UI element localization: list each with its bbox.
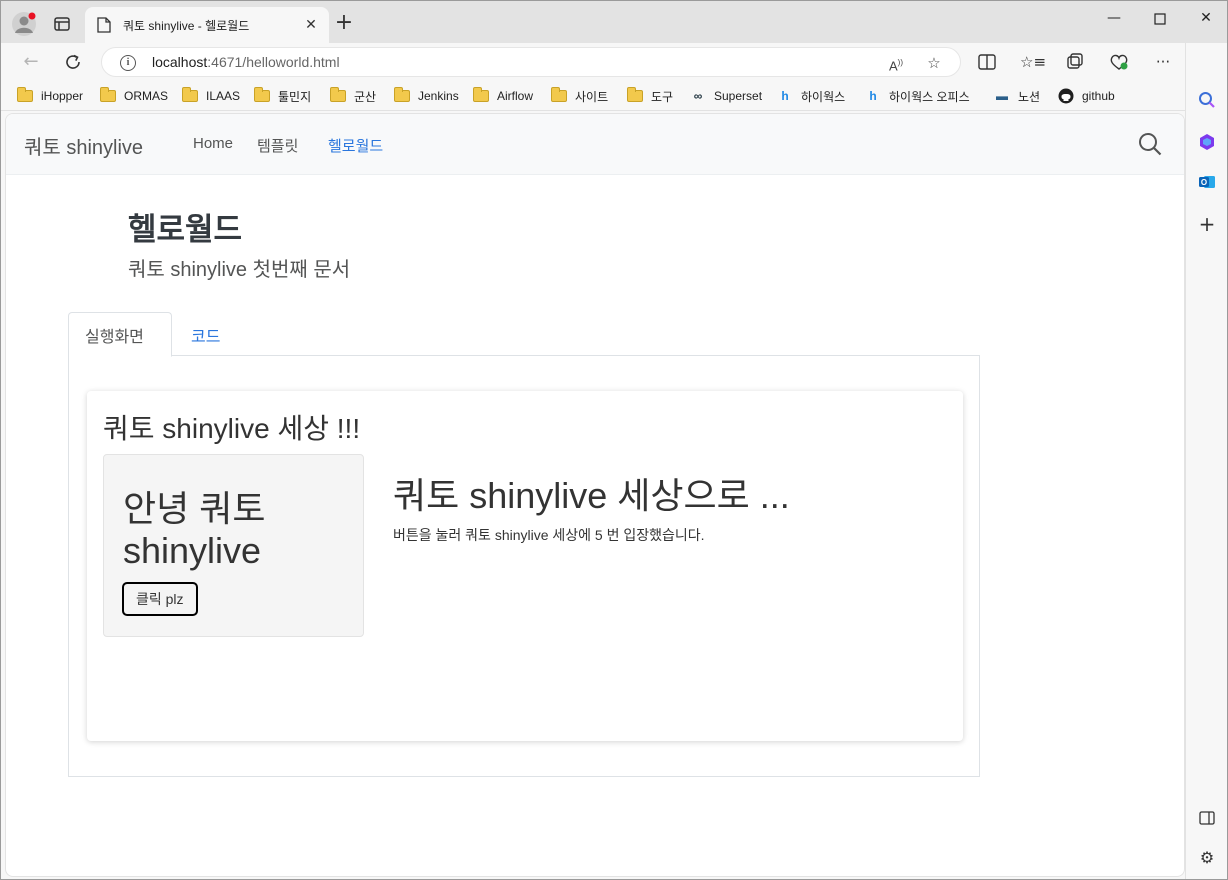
hiworks-icon: h [781,89,789,103]
bookmark-sites[interactable]: 사이트 [551,87,608,105]
read-aloud-icon[interactable]: A)) [886,53,906,73]
edge-sidebar: O + ⚙ [1185,43,1227,879]
page-viewport: 쿼토 shinylive Home 템플릿 헬로월드 헬로월드 쿼토 shiny… [5,113,1185,877]
refresh-icon[interactable] [61,51,85,73]
folder-icon [627,87,643,102]
tab-actions-icon[interactable] [51,13,73,35]
site-navbar: 쿼토 shinylive Home 템플릿 헬로월드 [6,114,1184,175]
browser-tab-active[interactable]: 쿼토 shinylive - 헬로월드 ✕ [85,7,329,44]
bookmark-jenkins[interactable]: Jenkins [394,87,459,105]
main-output-text: 버튼을 눌러 쿼토 shinylive 세상에 5 번 입장했습니다. [393,527,705,543]
outlook-icon[interactable]: O [1196,171,1218,193]
main-heading: 쿼토 shinylive 세상으로 ... [393,475,790,516]
sidebar-heading: 안녕 쿼토 shinylive [123,488,266,571]
bookmark-github[interactable]: github [1058,87,1115,105]
maximize-icon[interactable] [1137,5,1183,33]
bookmark-ilaas[interactable]: ILAAS [182,87,240,105]
folder-icon [394,87,410,102]
shiny-app-frame: 쿼토 shinylive 세상 !!! 안녕 쿼토 shinylive 클릭 p… [87,391,963,741]
bookmark-tool-manager[interactable]: 툴민지 [254,87,311,105]
favorites-icon[interactable]: ☆≡ [1020,51,1046,73]
settings-gear-icon[interactable]: ⚙ [1196,847,1218,869]
nav-link-templates[interactable]: 템플릿 [257,135,298,156]
address-bar[interactable]: i localhost:4671/helloworld.html A)) ☆ [101,47,961,77]
bookmark-gunsan[interactable]: 군산 [330,87,376,105]
page-title: 헬로월드 [128,212,243,247]
hiworks-icon: h [869,89,877,103]
new-tab-icon[interactable]: + [333,12,355,35]
bookmark-hiworks-office[interactable]: h 하이웍스 오피스 [865,87,969,105]
bookmarks-bar: iHopper ORMAS ILAAS 툴민지 군산 Jenkins Airfl… [1,81,1227,111]
tab-output[interactable]: 실행화면 [68,312,172,357]
back-icon[interactable]: ← [19,51,43,73]
bookmark-notion[interactable]: ▬ 노션 [994,87,1040,105]
folder-icon [17,87,33,102]
nav-link-helloworld[interactable]: 헬로월드 [328,135,383,156]
infinity-icon: ∞ [693,89,703,103]
sidebar-toggle-icon[interactable] [1196,807,1218,829]
bookmark-hiworks[interactable]: h 하이웍스 [777,87,845,105]
title-bar: 쿼토 shinylive - 헬로월드 ✕ + — ✕ [1,1,1228,44]
site-info-icon[interactable]: i [120,55,136,71]
tabset-panel: 실행화면 코드 쿼토 shinylive 세상 !!! 안녕 쿼토 shinyl… [68,312,980,778]
tab-pane-output: 쿼토 shinylive 세상 !!! 안녕 쿼토 shinylive 클릭 p… [68,355,980,777]
github-icon [1058,88,1074,104]
close-window-icon[interactable]: ✕ [1183,5,1228,33]
folder-icon [551,87,567,102]
url-text[interactable]: localhost:4671/helloworld.html [152,54,340,70]
navigation-toolbar: ← i localhost:4671/helloworld.html A)) ☆… [1,43,1227,81]
svg-text:O: O [1201,178,1207,187]
folder-icon [473,87,489,102]
folder-icon [100,87,116,102]
favorite-star-icon[interactable]: ☆ [924,53,944,73]
collections-icon[interactable] [1064,51,1086,73]
bookmark-superset[interactable]: ∞ Superset [690,87,762,105]
search-icon[interactable] [1196,89,1218,111]
click-button[interactable]: 클릭 plz [122,582,198,616]
site-search-icon[interactable] [1138,132,1162,156]
bookmark-ihopper[interactable]: iHopper [17,87,83,105]
folder-icon [330,87,346,102]
monitor-icon: ▬ [996,89,1008,103]
app-title: 쿼토 shinylive 세상 !!! [103,413,361,444]
folder-icon [254,87,270,102]
bookmark-airflow[interactable]: Airflow [473,87,533,105]
tab-code[interactable]: 코드 [174,312,237,356]
site-brand[interactable]: 쿼토 shinylive [24,131,143,160]
split-screen-icon[interactable] [976,51,998,73]
tab-nav: 실행화면 코드 [68,312,980,357]
page-icon [97,17,111,33]
more-options-icon[interactable]: ··· [1152,51,1174,73]
tab-title: 쿼토 shinylive - 헬로월드 [123,19,250,33]
bookmark-ormas[interactable]: ORMAS [100,87,168,105]
browser-essentials-icon[interactable] [1108,51,1130,73]
page-subtitle: 쿼토 shinylive 첫번째 문서 [128,259,351,281]
browser-window: 쿼토 shinylive - 헬로월드 ✕ + — ✕ ← i localhos… [0,0,1228,880]
tab-close-icon[interactable]: ✕ [301,15,321,35]
app-sidebar-panel: 안녕 쿼토 shinylive 클릭 plz [103,454,364,637]
folder-icon [182,87,198,102]
add-sidebar-app-icon[interactable]: + [1196,213,1218,235]
nav-link-home[interactable]: Home [193,135,233,152]
office-icon[interactable] [1196,131,1218,153]
minimize-icon[interactable]: — [1091,5,1137,33]
bookmark-tools[interactable]: 도구 [627,87,673,105]
profile-avatar-icon[interactable] [11,11,37,37]
